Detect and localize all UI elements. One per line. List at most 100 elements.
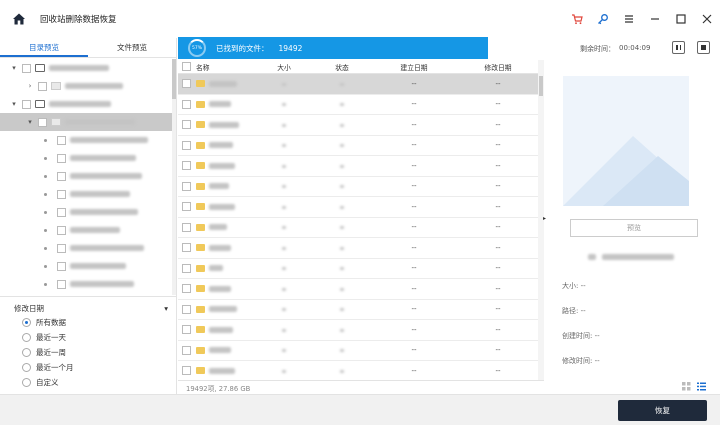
table-row[interactable]: -- --: [178, 95, 538, 115]
tree-node[interactable]: [0, 167, 176, 185]
chevron-right-icon[interactable]: ›: [26, 82, 34, 90]
table-row[interactable]: -- --: [178, 279, 538, 300]
table-row[interactable]: -- --: [178, 341, 538, 361]
activation-key-button[interactable]: [590, 0, 616, 38]
tree-checkbox[interactable]: [38, 81, 47, 91]
tree-checkbox[interactable]: [57, 153, 66, 163]
table-row[interactable]: -- --: [178, 259, 538, 279]
tree-checkbox[interactable]: [38, 117, 47, 127]
home-icon[interactable]: [12, 12, 26, 26]
tree-checkbox[interactable]: [57, 207, 66, 217]
row-checkbox[interactable]: [181, 181, 191, 191]
tab-directory-preview[interactable]: 目录预览: [0, 38, 88, 57]
row-checkbox[interactable]: [181, 284, 191, 294]
radio-button[interactable]: [22, 318, 31, 327]
tree-node[interactable]: [0, 203, 176, 221]
chevron-down-icon[interactable]: ▾: [10, 100, 18, 108]
tree-node[interactable]: ▾: [0, 95, 176, 113]
column-header-modified[interactable]: 修改日期: [458, 62, 538, 72]
grid-view-icon[interactable]: [682, 382, 691, 391]
tree-scrollbar[interactable]: [172, 59, 176, 295]
chevron-down-icon[interactable]: ▾: [10, 64, 18, 72]
tree-checkbox[interactable]: [22, 99, 31, 109]
radio-button[interactable]: [22, 378, 31, 387]
table-row[interactable]: -- --: [178, 238, 538, 259]
table-row[interactable]: -- --: [178, 177, 538, 197]
tree-node[interactable]: [0, 185, 176, 203]
date-filter-header[interactable]: 修改日期 ▾: [0, 301, 176, 315]
column-header-created[interactable]: 建立日期: [370, 62, 458, 72]
row-checkbox[interactable]: [181, 243, 191, 253]
table-row[interactable]: -- --: [178, 136, 538, 156]
tree-node[interactable]: ▾: [0, 59, 176, 77]
menu-button[interactable]: [616, 0, 642, 38]
radio-button[interactable]: [22, 363, 31, 372]
recover-button[interactable]: 恢复: [618, 400, 707, 421]
table-row[interactable]: -- --: [178, 156, 538, 177]
tree-node[interactable]: [0, 239, 176, 257]
filter-option-last-month[interactable]: 最近一个月: [0, 360, 176, 375]
chevron-down-icon[interactable]: ▾: [164, 304, 168, 313]
cart-button[interactable]: [564, 0, 590, 38]
tree-node[interactable]: [0, 257, 176, 275]
tree-checkbox[interactable]: [57, 261, 66, 271]
tree-checkbox[interactable]: [57, 225, 66, 235]
table-row[interactable]: -- --: [178, 361, 538, 380]
row-checkbox[interactable]: [181, 140, 191, 150]
scrollbar-thumb[interactable]: [172, 59, 176, 99]
row-checkbox[interactable]: [181, 202, 191, 212]
tree-node[interactable]: [0, 275, 176, 293]
chevron-down-icon[interactable]: ▾: [26, 118, 34, 126]
tree-checkbox[interactable]: [22, 63, 31, 73]
table-row[interactable]: -- --: [178, 320, 538, 341]
tree-node[interactable]: ›: [0, 77, 176, 95]
tree-checkbox[interactable]: [57, 279, 66, 289]
scrollbar-thumb[interactable]: [539, 76, 543, 96]
table-row[interactable]: -- --: [178, 74, 538, 95]
tree-node[interactable]: [0, 221, 176, 239]
column-header-size[interactable]: 大小: [254, 62, 314, 72]
maximize-button[interactable]: [668, 0, 694, 38]
filter-option-custom[interactable]: 自定义: [0, 375, 176, 390]
close-button[interactable]: [694, 0, 720, 38]
filter-option-last-week[interactable]: 最近一周: [0, 345, 176, 360]
tree-label-redacted: [65, 119, 135, 125]
row-checkbox[interactable]: [181, 79, 191, 89]
minimize-button[interactable]: [642, 0, 668, 38]
select-all-checkbox[interactable]: [181, 62, 191, 71]
radio-button[interactable]: [22, 348, 31, 357]
row-checkbox[interactable]: [181, 325, 191, 335]
tree-checkbox[interactable]: [57, 189, 66, 199]
table-row[interactable]: -- --: [178, 218, 538, 238]
row-checkbox[interactable]: [181, 366, 191, 376]
collapse-preview-arrow-icon[interactable]: ▸: [543, 215, 546, 222]
preview-button[interactable]: 预览: [570, 219, 698, 237]
column-header-name[interactable]: 名称: [194, 62, 254, 72]
tree-checkbox[interactable]: [57, 243, 66, 253]
tree-checkbox[interactable]: [57, 171, 66, 181]
preview-created-value: --: [594, 332, 600, 340]
table-row[interactable]: -- --: [178, 197, 538, 218]
tree-node[interactable]: [0, 149, 176, 167]
radio-button[interactable]: [22, 333, 31, 342]
stop-button[interactable]: [697, 41, 710, 54]
row-checkbox[interactable]: [181, 120, 191, 130]
tree-node-selected[interactable]: ▾: [0, 113, 176, 131]
tab-file-preview[interactable]: 文件预览: [88, 38, 176, 57]
row-checkbox[interactable]: [181, 99, 191, 109]
footer-bar: 恢复: [0, 394, 720, 425]
row-checkbox[interactable]: [181, 161, 191, 171]
filter-option-last-day[interactable]: 最近一天: [0, 330, 176, 345]
column-header-status[interactable]: 状态: [314, 62, 370, 72]
table-row[interactable]: -- --: [178, 300, 538, 320]
list-view-icon[interactable]: [697, 382, 706, 391]
tree-checkbox[interactable]: [57, 135, 66, 145]
filter-option-all[interactable]: 所有数据: [0, 315, 176, 330]
row-checkbox[interactable]: [181, 263, 191, 273]
row-checkbox[interactable]: [181, 345, 191, 355]
table-row[interactable]: -- --: [178, 115, 538, 136]
pause-button[interactable]: [672, 41, 685, 54]
tree-node[interactable]: [0, 131, 176, 149]
row-checkbox[interactable]: [181, 222, 191, 232]
row-checkbox[interactable]: [181, 304, 191, 314]
